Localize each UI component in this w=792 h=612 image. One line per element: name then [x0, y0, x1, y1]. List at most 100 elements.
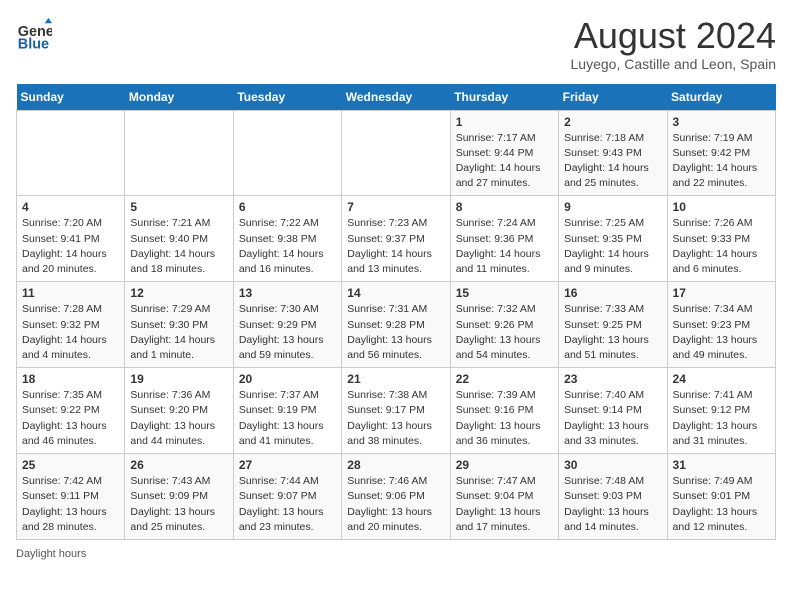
calendar-cell: 26Sunrise: 7:43 AM Sunset: 9:09 PM Dayli…: [125, 454, 233, 540]
cell-content: Sunrise: 7:24 AM Sunset: 9:36 PM Dayligh…: [456, 216, 553, 277]
cell-content: Sunrise: 7:28 AM Sunset: 9:32 PM Dayligh…: [22, 302, 119, 363]
calendar-cell: [233, 110, 341, 196]
day-number: 4: [22, 200, 119, 214]
calendar-cell: 16Sunrise: 7:33 AM Sunset: 9:25 PM Dayli…: [559, 282, 667, 368]
calendar-cell: 30 Sunrise: 7:48 AM Sunset: 9:03 PM Dayli…: [559, 454, 667, 540]
calendar-cell: 21 Sunrise: 7:38 AM Sunset: 9:17 PM Dayli…: [342, 368, 450, 454]
calendar-cell: 8Sunrise: 7:24 AM Sunset: 9:36 PM Daylig…: [450, 196, 558, 282]
day-number: 15: [456, 286, 553, 300]
title-block: August 2024 Luyego, Castille and Leon, S…: [571, 16, 776, 72]
day-number: 23: [564, 372, 661, 386]
day-number: 1: [456, 115, 553, 129]
calendar-table: SundayMondayTuesdayWednesdayThursdayFrid…: [16, 84, 776, 540]
day-header-monday: Monday: [125, 84, 233, 111]
day-header-thursday: Thursday: [450, 84, 558, 111]
day-number: 13: [239, 286, 336, 300]
cell-content: Sunrise: 7:38 AM Sunset: 9:17 PM Dayligh…: [347, 388, 444, 449]
page-header: General Blue August 2024 Luyego, Castill…: [16, 16, 776, 72]
day-number: 7: [347, 200, 444, 214]
cell-content: Sunrise: 7:41 AM Sunset: 9:12 PM Dayligh…: [673, 388, 770, 449]
calendar-cell: [17, 110, 125, 196]
cell-content: Sunrise: 7:37 AM Sunset: 9:19 PM Dayligh…: [239, 388, 336, 449]
cell-content: Sunrise: 7:26 AM Sunset: 9:33 PM Dayligh…: [673, 216, 770, 277]
day-number: 2: [564, 115, 661, 129]
location: Luyego, Castille and Leon, Spain: [571, 56, 776, 72]
calendar-cell: 9 Sunrise: 7:25 AM Sunset: 9:35 PM Daylig…: [559, 196, 667, 282]
calendar-cell: 13 Sunrise: 7:30 AM Sunset: 9:29 PM Dayli…: [233, 282, 341, 368]
calendar-cell: 3 Sunrise: 7:19 AM Sunset: 9:42 PM Daylig…: [667, 110, 775, 196]
cell-content: Sunrise: 7:46 AM Sunset: 9:06 PM Dayligh…: [347, 474, 444, 535]
day-header-saturday: Saturday: [667, 84, 775, 111]
cell-content: Sunrise: 7:39 AM Sunset: 9:16 PM Dayligh…: [456, 388, 553, 449]
calendar-cell: 2 Sunrise: 7:18 AM Sunset: 9:43 PM Daylig…: [559, 110, 667, 196]
day-number: 22: [456, 372, 553, 386]
cell-content: Sunrise: 7:25 AM Sunset: 9:35 PM Dayligh…: [564, 216, 661, 277]
day-header-wednesday: Wednesday: [342, 84, 450, 111]
calendar-cell: 14Sunrise: 7:31 AM Sunset: 9:28 PM Dayli…: [342, 282, 450, 368]
cell-content: Sunrise: 7:22 AM Sunset: 9:38 PM Dayligh…: [239, 216, 336, 277]
calendar-cell: 25Sunrise: 7:42 AM Sunset: 9:11 PM Dayli…: [17, 454, 125, 540]
day-number: 9: [564, 200, 661, 214]
cell-content: Sunrise: 7:47 AM Sunset: 9:04 PM Dayligh…: [456, 474, 553, 535]
day-number: 25: [22, 458, 119, 472]
day-number: 21: [347, 372, 444, 386]
calendar-cell: 7Sunrise: 7:23 AM Sunset: 9:37 PM Daylig…: [342, 196, 450, 282]
month-year: August 2024: [571, 16, 776, 56]
day-number: 31: [673, 458, 770, 472]
day-number: 6: [239, 200, 336, 214]
cell-content: Sunrise: 7:40 AM Sunset: 9:14 PM Dayligh…: [564, 388, 661, 449]
cell-content: Sunrise: 7:48 AM Sunset: 9:03 PM Dayligh…: [564, 474, 661, 535]
calendar-week-3: 11 Sunrise: 7:28 AM Sunset: 9:32 PM Dayli…: [17, 282, 776, 368]
calendar-week-4: 18Sunrise: 7:35 AM Sunset: 9:22 PM Dayli…: [17, 368, 776, 454]
cell-content: Sunrise: 7:29 AM Sunset: 9:30 PM Dayligh…: [130, 302, 227, 363]
cell-content: Sunrise: 7:17 AM Sunset: 9:44 PM Dayligh…: [456, 131, 553, 192]
day-number: 12: [130, 286, 227, 300]
calendar-cell: 10 Sunrise: 7:26 AM Sunset: 9:33 PM Dayli…: [667, 196, 775, 282]
calendar-cell: 18Sunrise: 7:35 AM Sunset: 9:22 PM Dayli…: [17, 368, 125, 454]
day-header-friday: Friday: [559, 84, 667, 111]
calendar-cell: [125, 110, 233, 196]
calendar-cell: 11 Sunrise: 7:28 AM Sunset: 9:32 PM Dayli…: [17, 282, 125, 368]
calendar-cell: 22 Sunrise: 7:39 AM Sunset: 9:16 PM Dayli…: [450, 368, 558, 454]
calendar-cell: 27Sunrise: 7:44 AM Sunset: 9:07 PM Dayli…: [233, 454, 341, 540]
day-number: 20: [239, 372, 336, 386]
day-number: 29: [456, 458, 553, 472]
calendar-cell: 19Sunrise: 7:36 AM Sunset: 9:20 PM Dayli…: [125, 368, 233, 454]
day-number: 27: [239, 458, 336, 472]
calendar-week-5: 25Sunrise: 7:42 AM Sunset: 9:11 PM Dayli…: [17, 454, 776, 540]
footer-note: Daylight hours: [16, 548, 776, 560]
day-number: 11: [22, 286, 119, 300]
calendar-cell: 23 Sunrise: 7:40 AM Sunset: 9:14 PM Dayli…: [559, 368, 667, 454]
calendar-cell: 24Sunrise: 7:41 AM Sunset: 9:12 PM Dayli…: [667, 368, 775, 454]
cell-content: Sunrise: 7:35 AM Sunset: 9:22 PM Dayligh…: [22, 388, 119, 449]
calendar-cell: 5Sunrise: 7:21 AM Sunset: 9:40 PM Daylig…: [125, 196, 233, 282]
day-number: 10: [673, 200, 770, 214]
cell-content: Sunrise: 7:30 AM Sunset: 9:29 PM Dayligh…: [239, 302, 336, 363]
calendar-cell: 6 Sunrise: 7:22 AM Sunset: 9:38 PM Daylig…: [233, 196, 341, 282]
day-number: 30: [564, 458, 661, 472]
calendar-cell: 31Sunrise: 7:49 AM Sunset: 9:01 PM Dayli…: [667, 454, 775, 540]
day-number: 17: [673, 286, 770, 300]
calendar-week-1: 1 Sunrise: 7:17 AM Sunset: 9:44 PM Daylig…: [17, 110, 776, 196]
logo: General Blue: [16, 16, 52, 52]
cell-content: Sunrise: 7:34 AM Sunset: 9:23 PM Dayligh…: [673, 302, 770, 363]
cell-content: Sunrise: 7:43 AM Sunset: 9:09 PM Dayligh…: [130, 474, 227, 535]
day-number: 14: [347, 286, 444, 300]
cell-content: Sunrise: 7:20 AM Sunset: 9:41 PM Dayligh…: [22, 216, 119, 277]
calendar-cell: 12 Sunrise: 7:29 AM Sunset: 9:30 PM Dayli…: [125, 282, 233, 368]
svg-text:Blue: Blue: [18, 36, 49, 52]
day-number: 3: [673, 115, 770, 129]
cell-content: Sunrise: 7:32 AM Sunset: 9:26 PM Dayligh…: [456, 302, 553, 363]
day-header-sunday: Sunday: [17, 84, 125, 111]
cell-content: Sunrise: 7:19 AM Sunset: 9:42 PM Dayligh…: [673, 131, 770, 192]
calendar-cell: 20 Sunrise: 7:37 AM Sunset: 9:19 PM Dayli…: [233, 368, 341, 454]
calendar-cell: 15 Sunrise: 7:32 AM Sunset: 9:26 PM Dayli…: [450, 282, 558, 368]
day-number: 19: [130, 372, 227, 386]
calendar-week-2: 4 Sunrise: 7:20 AM Sunset: 9:41 PM Daylig…: [17, 196, 776, 282]
calendar-cell: 28Sunrise: 7:46 AM Sunset: 9:06 PM Dayli…: [342, 454, 450, 540]
calendar-body: 1 Sunrise: 7:17 AM Sunset: 9:44 PM Daylig…: [17, 110, 776, 539]
footer-note-text: Daylight hours: [16, 548, 86, 560]
calendar-cell: 17 Sunrise: 7:34 AM Sunset: 9:23 PM Dayli…: [667, 282, 775, 368]
day-number: 5: [130, 200, 227, 214]
cell-content: Sunrise: 7:18 AM Sunset: 9:43 PM Dayligh…: [564, 131, 661, 192]
